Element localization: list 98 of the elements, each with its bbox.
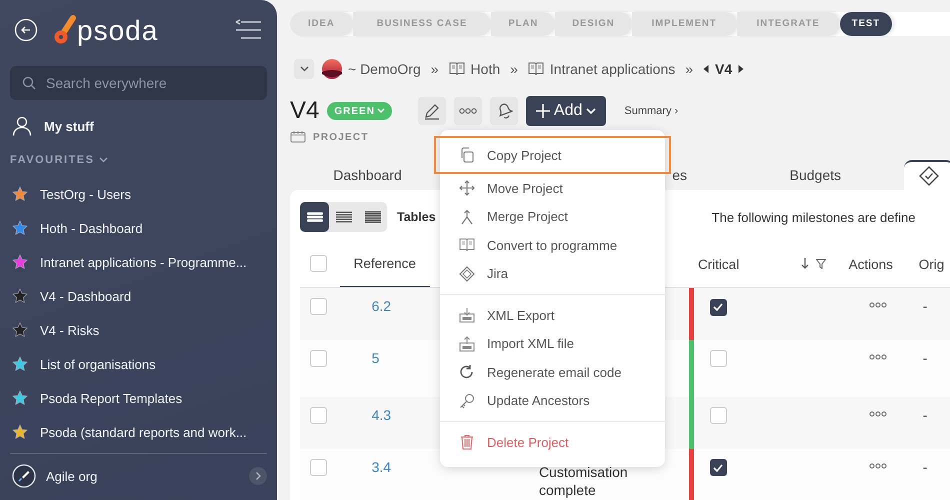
summary-link[interactable]: Summary › <box>624 105 678 117</box>
user-icon <box>12 116 32 136</box>
column-header[interactable]: Actions <box>848 257 893 272</box>
sidebar-link[interactable]: Intranet applications - Programme... <box>40 254 247 270</box>
breadcrumb-link[interactable]: Intranet applications <box>550 61 676 77</box>
view-button[interactable] <box>300 202 329 232</box>
more-button[interactable] <box>454 97 482 125</box>
edit-button[interactable] <box>418 97 446 125</box>
back-icon[interactable] <box>14 18 38 42</box>
pencil-icon <box>422 102 441 120</box>
sidebar-link[interactable]: V4 - Dashboard <box>40 288 132 304</box>
triangle-right-icon[interactable] <box>738 64 744 74</box>
diamond-check-icon <box>919 166 939 186</box>
type-label: PROJECT <box>313 132 369 142</box>
column-header[interactable]: Reference <box>340 242 430 287</box>
search-field[interactable]: Search everywhere <box>10 66 267 100</box>
upload-box-icon <box>459 336 475 352</box>
move-icon <box>459 180 475 196</box>
menu-item[interactable]: Update Ancestors <box>440 386 665 415</box>
key-icon <box>459 392 475 409</box>
menu-icon[interactable] <box>235 19 263 41</box>
column-header[interactable]: Orig <box>918 257 944 272</box>
copy-icon <box>459 147 475 163</box>
table-cell-text: - <box>922 298 928 314</box>
more-icon[interactable] <box>868 354 887 360</box>
calendar-icon <box>290 131 306 143</box>
breadcrumb-link[interactable]: Hoth <box>470 61 500 77</box>
check-icon <box>713 464 724 472</box>
breadcrumb-current: V4 <box>715 61 732 77</box>
table-cell-text: Customisation complete <box>538 462 629 498</box>
menu-item[interactable]: Jira <box>440 260 665 288</box>
breadcrumb-separator: » <box>510 61 518 77</box>
sidebar-link[interactable]: V4 - Risks <box>40 322 100 338</box>
merge-icon <box>459 208 475 225</box>
breadcrumb-separator: » <box>430 61 439 77</box>
column-header[interactable]: Critical <box>698 257 740 272</box>
book-icon <box>448 61 465 77</box>
reference-link[interactable]: 4.3 <box>354 406 392 422</box>
tab[interactable]: Budgets <box>687 160 904 190</box>
menu-item[interactable]: Regenerate email code <box>440 358 665 386</box>
refresh-icon <box>459 364 475 380</box>
sidebar-link[interactable]: Psoda (standard reports and work... <box>40 424 247 440</box>
chevron-right-icon[interactable] <box>249 467 267 485</box>
sidebar-link[interactable]: TestOrg - Users <box>40 186 132 202</box>
sort-down-icon[interactable] <box>801 258 810 269</box>
section-heading: FAVOURITES <box>10 154 94 166</box>
more-icon[interactable] <box>868 302 887 308</box>
notification-button[interactable] <box>490 97 518 125</box>
page-title: V4 <box>290 97 320 125</box>
dense-list-icon <box>334 209 354 225</box>
logo-text: psoda <box>77 17 158 45</box>
book-icon <box>459 237 475 254</box>
sidebar-link[interactable]: List of organisations <box>40 356 156 372</box>
more-icon[interactable] <box>868 462 887 468</box>
table-cell-text: - <box>922 350 928 366</box>
dense-list-icon <box>362 209 382 225</box>
book-icon <box>528 61 544 77</box>
menu-item[interactable]: Move Project <box>440 174 665 202</box>
menu-item[interactable]: XML Export <box>440 301 665 330</box>
search-icon <box>22 76 36 90</box>
chevron-down-icon[interactable] <box>99 157 108 163</box>
diamond-icon <box>459 266 475 282</box>
reference-link[interactable]: 3.4 <box>354 458 392 474</box>
caret-icon <box>586 108 596 114</box>
dropdown-button[interactable] <box>294 59 314 79</box>
dots-icon <box>458 108 477 114</box>
menu-item[interactable]: Merge Project <box>440 202 665 231</box>
chevron-down-icon <box>376 108 385 114</box>
table-cell-text: - <box>922 458 928 474</box>
org-name[interactable]: Agile org <box>46 468 98 484</box>
table-cell-text: - <box>922 406 928 422</box>
reference-link[interactable]: 6.2 <box>354 298 392 314</box>
breadcrumb-link[interactable]: ~ DemoOrg <box>348 61 421 77</box>
filter-icon[interactable] <box>816 259 826 269</box>
download-box-icon <box>459 307 475 324</box>
plus-icon <box>536 104 550 118</box>
trash-icon <box>459 434 475 450</box>
stage-pill[interactable]: TEST <box>840 12 892 36</box>
more-icon[interactable] <box>868 410 887 416</box>
tab[interactable] <box>904 160 950 190</box>
org-avatar-icon <box>322 59 342 79</box>
menu-item[interactable]: Import XML file <box>440 330 665 358</box>
section-title: Tables <box>397 210 436 224</box>
intro-text: The following milestones are define <box>712 210 916 224</box>
sidebar-link[interactable]: Hoth - Dashboard <box>40 220 143 236</box>
add-button[interactable]: Add <box>526 96 606 126</box>
menu-item[interactable]: Copy Project <box>434 136 671 174</box>
menu-item[interactable]: Convert to programme <box>440 231 665 260</box>
sidebar-link[interactable]: My stuff <box>44 118 94 134</box>
triangle-left-icon[interactable] <box>703 64 710 74</box>
sidebar-link[interactable]: Psoda Report Templates <box>40 390 182 406</box>
checkbox[interactable] <box>710 298 727 316</box>
breadcrumb-separator: » <box>685 61 694 77</box>
logo-mark-icon <box>54 15 76 45</box>
reference-link[interactable]: 5 <box>354 350 380 366</box>
chevron-down-icon <box>300 66 308 72</box>
check-icon <box>713 303 724 311</box>
checkbox[interactable] <box>710 459 727 476</box>
